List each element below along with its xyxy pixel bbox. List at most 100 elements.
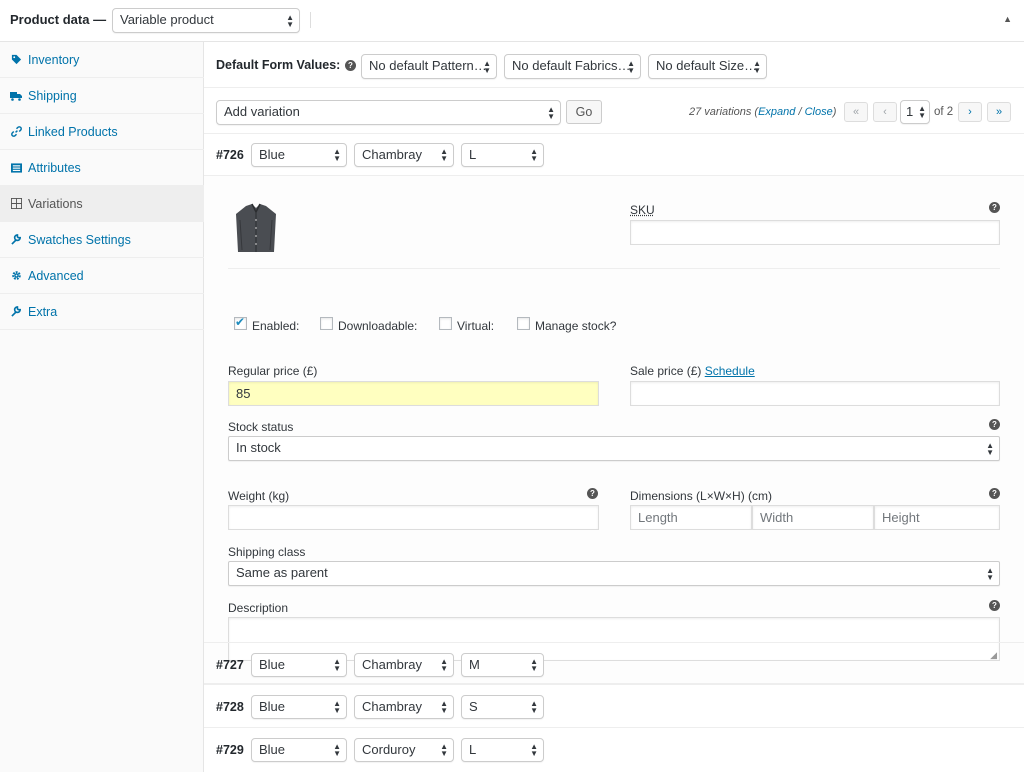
expand-link[interactable]: Expand (758, 106, 795, 118)
sidebar-item-label: Shipping (28, 88, 77, 103)
select-arrows-icon: ▲ ▼ (286, 12, 294, 29)
default-fabrics-select[interactable]: No default Fabrics… ▲ ▼ (504, 54, 641, 79)
select-arrows-icon: ▲ ▼ (333, 699, 341, 715)
sidebar-item-label: Advanced (28, 268, 84, 283)
variation-id: #728 (216, 700, 244, 714)
variations-count: 27 variations (Expand / Close) (689, 106, 836, 118)
sidebar-item-inventory[interactable]: Inventory (0, 42, 204, 78)
select-arrows-icon: ▲ ▼ (627, 58, 635, 75)
variation-fabric-select[interactable]: Corduroy ▲ ▼ (354, 738, 454, 762)
help-icon: ? (989, 600, 1000, 611)
virtual-checkbox[interactable] (439, 317, 452, 330)
first-page-button[interactable]: « (844, 102, 868, 122)
sale-price-label-text: Sale price (£) (630, 364, 705, 378)
default-form-values-label: Default Form Values: (216, 58, 341, 72)
select-arrows-icon: ▲ ▼ (530, 657, 538, 673)
variation-fabric-select[interactable]: Chambray ▲ ▼ (354, 653, 454, 677)
select-arrows-icon: ▲ ▼ (753, 58, 761, 75)
variation-size-select[interactable]: L ▲ ▼ (461, 143, 544, 167)
help-icon: ? (345, 60, 356, 71)
manage-stock-checkbox[interactable] (517, 317, 530, 330)
variation-color-value: Blue (259, 742, 286, 757)
sidebar-item-label: Variations (28, 196, 83, 211)
next-page-button[interactable]: › (958, 102, 982, 122)
variation-color-select[interactable]: Blue ▲ ▼ (251, 695, 347, 719)
schedule-link[interactable]: Schedule (705, 364, 755, 378)
collapse-arrow-icon[interactable]: ▲ (1003, 14, 1012, 24)
default-pattern-select[interactable]: No default Pattern… ▲ ▼ (361, 54, 497, 79)
weight-input[interactable] (228, 505, 599, 530)
sku-input[interactable] (630, 220, 1000, 245)
add-variation-value: Add variation (224, 104, 300, 119)
shirt-image-icon (236, 203, 276, 252)
link-icon (10, 126, 22, 137)
sku-label: SKU (630, 203, 655, 217)
virtual-label: Virtual: (457, 319, 495, 333)
variation-color-select[interactable]: Blue ▲ ▼ (251, 738, 347, 762)
default-pattern-value: No default Pattern… (369, 58, 487, 73)
variation-id: #727 (216, 658, 244, 672)
sidebar-item-attributes[interactable]: Attributes (0, 150, 204, 186)
close-link[interactable]: Close (805, 106, 833, 118)
page-select[interactable]: 1 ▲ ▼ (900, 100, 930, 124)
variation-row-727[interactable]: #727 Blue ▲ ▼ Chambray ▲ ▼ M ▲ ▼ (204, 642, 1024, 685)
product-type-value: Variable product (120, 12, 214, 27)
width-input[interactable]: Width (752, 505, 874, 530)
sidebar-item-linked-products[interactable]: Linked Products (0, 114, 204, 150)
select-arrows-icon: ▲ ▼ (333, 742, 341, 758)
sidebar-item-shipping[interactable]: Shipping (0, 78, 204, 114)
variations-toolbar: Add variation ▲ ▼ Go 27 variations (Expan… (204, 88, 1024, 134)
downloadable-checkbox[interactable] (320, 317, 333, 330)
go-button[interactable]: Go (566, 100, 602, 124)
select-arrows-icon: ▲ ▼ (440, 699, 448, 715)
help-icon: ? (587, 488, 598, 499)
variation-fabric-select[interactable]: Chambray ▲ ▼ (354, 143, 454, 167)
variation-row-729[interactable]: #729 Blue ▲ ▼ Corduroy ▲ ▼ L ▲ ▼ (204, 728, 1024, 771)
sidebar-item-label: Linked Products (28, 124, 118, 139)
sidebar-item-extra[interactable]: Extra (0, 294, 204, 330)
add-variation-select[interactable]: Add variation ▲ ▼ (216, 100, 561, 125)
sale-price-input[interactable] (630, 381, 1000, 406)
variation-color-select[interactable]: Blue ▲ ▼ (251, 143, 347, 167)
downloadable-label: Downloadable: (338, 319, 418, 333)
sidebar-item-label: Attributes (28, 160, 81, 175)
enabled-checkbox[interactable] (234, 315, 247, 330)
header-divider (310, 12, 311, 28)
select-arrows-icon: ▲ ▼ (440, 742, 448, 758)
stock-status-select[interactable]: In stock ▲ ▼ (228, 436, 1000, 461)
select-arrows-icon: ▲ ▼ (440, 147, 448, 163)
variation-size-value: S (469, 699, 478, 714)
select-arrows-icon: ▲ ▼ (333, 657, 341, 673)
height-input[interactable]: Height (874, 505, 1000, 530)
prev-page-button[interactable]: ‹ (873, 102, 897, 122)
sidebar-item-label: Extra (28, 304, 58, 319)
close-paren-text: ) (832, 106, 837, 118)
regular-price-label: Regular price (£) (228, 364, 318, 378)
length-input[interactable]: Length (630, 505, 752, 530)
variation-fabric-value: Chambray (362, 147, 422, 162)
select-arrows-icon: ▲ ▼ (333, 147, 341, 163)
regular-price-input[interactable]: 85 (228, 381, 599, 406)
variation-row-726[interactable]: #726 Blue ▲ ▼ Chambray ▲ ▼ L ▲ ▼ (204, 134, 1024, 176)
variation-size-select[interactable]: M ▲ ▼ (461, 653, 544, 677)
variation-color-value: Blue (259, 699, 286, 714)
select-arrows-icon: ▲ ▼ (547, 104, 555, 121)
shipping-class-select[interactable]: Same as parent ▲ ▼ (228, 561, 1000, 586)
default-size-select[interactable]: No default Size… ▲ ▼ (648, 54, 767, 79)
product-type-select[interactable]: Variable product ▲ ▼ (112, 8, 300, 33)
variation-size-select[interactable]: S ▲ ▼ (461, 695, 544, 719)
variation-color-select[interactable]: Blue ▲ ▼ (251, 653, 347, 677)
last-page-button[interactable]: » (987, 102, 1011, 122)
product-data-tabs: Inventory Shipping Linked Products Attri… (0, 42, 204, 772)
variation-size-value: L (469, 147, 477, 162)
select-arrows-icon: ▲ ▼ (918, 104, 926, 120)
sidebar-item-variations[interactable]: Variations (0, 186, 204, 222)
variation-image[interactable] (230, 202, 282, 258)
sidebar-item-swatches-settings[interactable]: Swatches Settings (0, 222, 204, 258)
shipping-class-label: Shipping class (228, 545, 306, 559)
variation-fabric-select[interactable]: Chambray ▲ ▼ (354, 695, 454, 719)
variation-size-value: M (469, 657, 480, 672)
variation-row-728[interactable]: #728 Blue ▲ ▼ Chambray ▲ ▼ S ▲ ▼ (204, 685, 1024, 728)
sidebar-item-advanced[interactable]: Advanced (0, 258, 204, 294)
variation-size-select[interactable]: L ▲ ▼ (461, 738, 544, 762)
